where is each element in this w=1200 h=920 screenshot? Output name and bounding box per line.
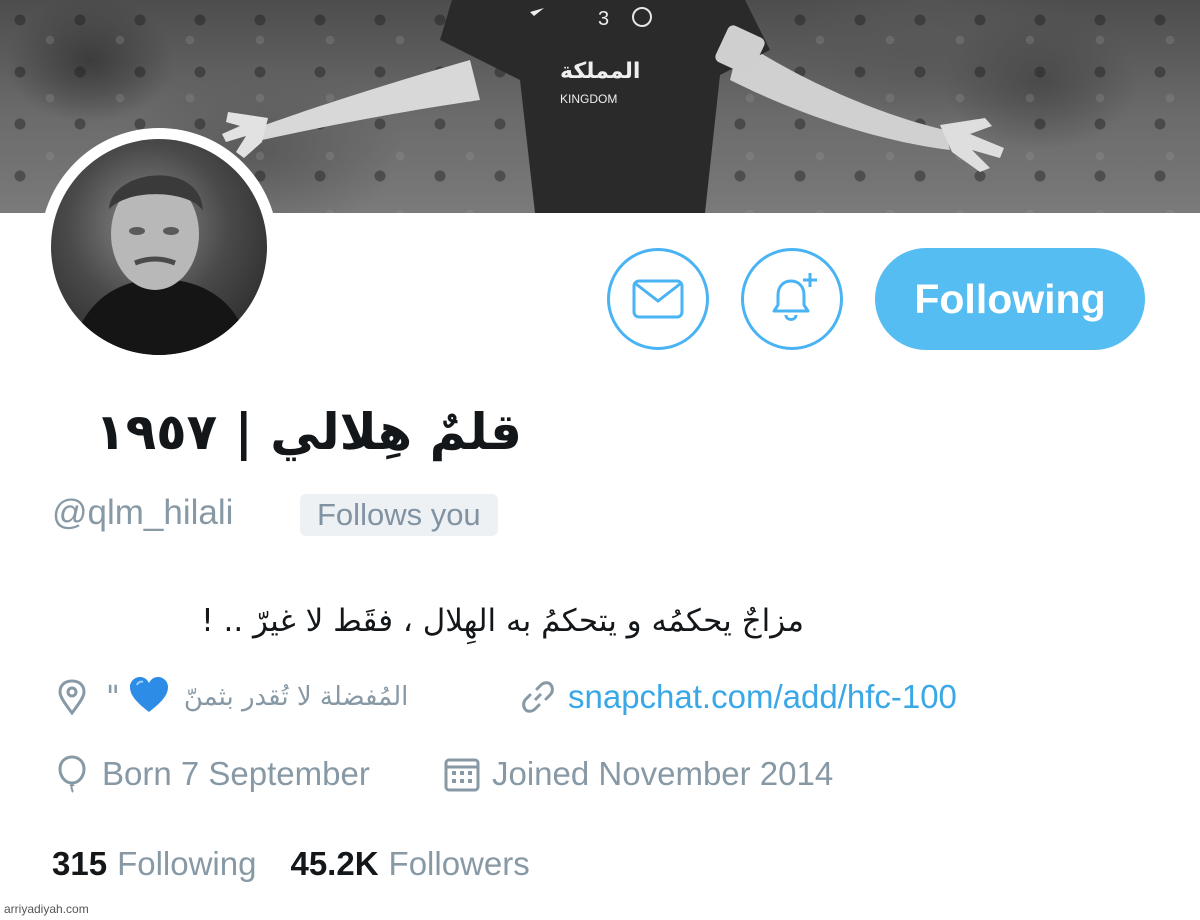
display-name: قلمٌ هِلالي | ١٩٥٧ — [95, 403, 522, 461]
profile-bio: مزاجٌ يحكمُه و يتحكمُ به الهِلال ، فقَط … — [201, 603, 804, 639]
following-label: Following — [117, 845, 257, 882]
following-stat[interactable]: 315 Following — [52, 845, 256, 883]
followers-count: 45.2K — [290, 845, 379, 882]
location-quote-mark: " — [106, 679, 120, 715]
avatar-photo — [51, 139, 267, 355]
svg-text:KINGDOM: KINGDOM — [560, 92, 617, 106]
blue-heart-icon — [128, 676, 170, 718]
follows-you-badge: Follows you — [300, 494, 498, 536]
svg-text:المملكة: المملكة — [560, 59, 640, 84]
link-icon — [520, 679, 556, 715]
calendar-icon — [444, 756, 480, 792]
source-watermark: arriyadiyah.com — [4, 902, 89, 916]
website-link[interactable]: snapchat.com/add/hfc-100 — [568, 678, 957, 716]
location-pin-icon — [54, 679, 90, 715]
profile-birthday: Born 7 September — [54, 754, 370, 794]
profile-website[interactable]: snapchat.com/add/hfc-100 — [520, 677, 957, 717]
envelope-icon — [632, 279, 684, 319]
profile-joined: Joined November 2014 — [444, 754, 833, 794]
followers-stat[interactable]: 45.2K Followers — [290, 845, 529, 883]
profile-stats: 315 Following 45.2K Followers — [52, 843, 530, 885]
notifications-button[interactable] — [741, 248, 843, 350]
profile-avatar[interactable] — [40, 128, 278, 366]
born-date-text: Born 7 September — [102, 755, 370, 792]
location-text: المُفضلة لا تُقدر بثمنّ — [183, 682, 409, 712]
following-button[interactable]: Following — [875, 248, 1145, 350]
balloon-icon — [54, 755, 90, 793]
joined-date-text: Joined November 2014 — [492, 755, 834, 792]
bell-plus-icon — [772, 273, 817, 321]
following-count: 315 — [52, 845, 108, 882]
profile-location: " المُفضلة لا تُقدر بثمنّ — [54, 677, 408, 717]
followers-label: Followers — [388, 845, 530, 882]
username-handle[interactable]: @qlm_hilali — [52, 493, 233, 533]
svg-text:3: 3 — [598, 8, 609, 30]
message-button[interactable] — [607, 248, 709, 350]
